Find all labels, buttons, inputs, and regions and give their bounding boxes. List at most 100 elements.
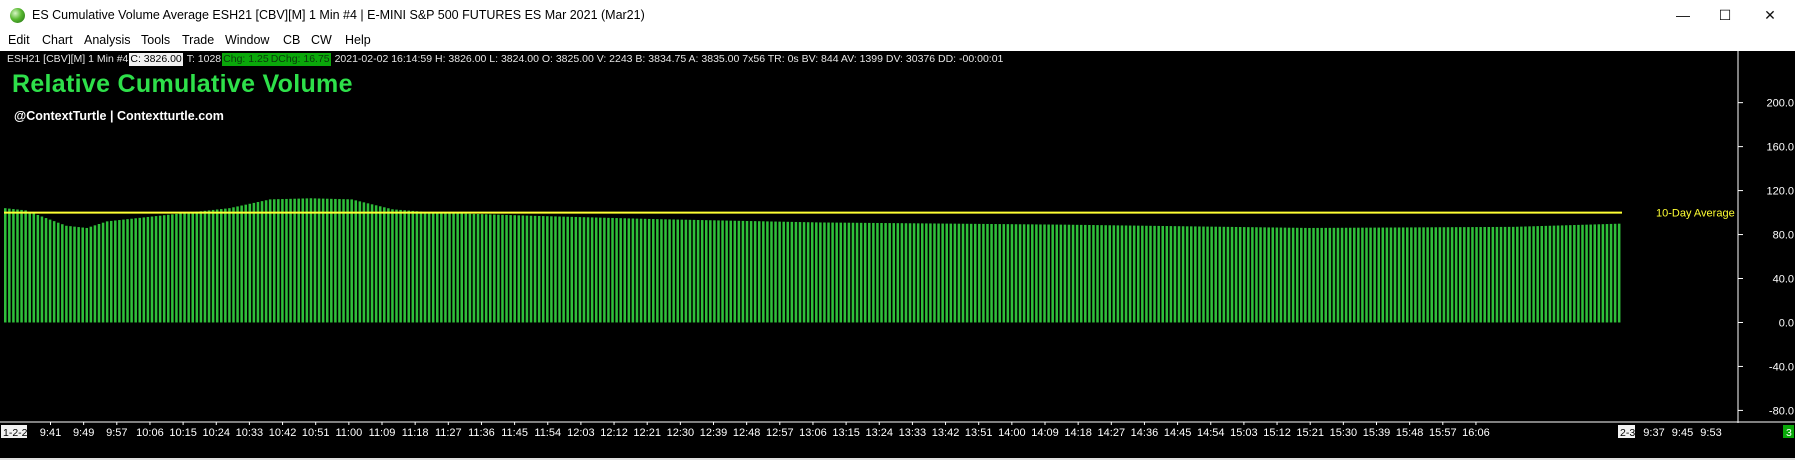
volume-bar <box>289 198 292 323</box>
menu-item-chart[interactable]: Chart <box>42 33 73 47</box>
volume-chart[interactable]: 10-Day Average 200.0 160.0 120.0 80.0 40.0 0.0… <box>0 51 1795 460</box>
volume-bar <box>1397 227 1401 323</box>
volume-bar <box>1161 225 1164 323</box>
volume-bar <box>643 218 647 323</box>
volume-bar <box>1247 227 1250 323</box>
volume-bar <box>639 218 643 323</box>
volume-bar <box>1475 227 1478 323</box>
menu-item-help[interactable]: Help <box>345 33 371 47</box>
volume-bar <box>696 219 700 323</box>
menu-bar: Edit Chart Analysis Tools Trade Window C… <box>0 31 1795 51</box>
volume-bar <box>1010 224 1014 323</box>
x-axis-start-label: 1-2-2 <box>3 427 28 439</box>
x-axis-tick-label: 16:06 <box>1462 427 1490 439</box>
minimize-button[interactable]: — <box>1660 0 1706 31</box>
x-axis-tick-label: 11:45 <box>501 427 528 439</box>
volume-bar <box>1283 227 1287 323</box>
volume-bar <box>1124 225 1128 323</box>
volume-bar <box>1137 225 1140 323</box>
x-axis-tick-label: 9:53 <box>1700 427 1721 439</box>
volume-bar <box>533 215 537 323</box>
menu-item-cb[interactable]: CB <box>283 33 300 47</box>
volume-bar <box>757 221 761 323</box>
volume-bar <box>1088 224 1091 323</box>
maximize-button[interactable]: ☐ <box>1702 0 1748 31</box>
volume-bar <box>1063 224 1067 323</box>
volume-bar <box>798 222 802 323</box>
volume-bar <box>150 216 154 323</box>
volume-bar <box>374 205 378 323</box>
volume-bar <box>1120 225 1124 323</box>
volume-bar <box>1544 225 1548 323</box>
volume-bar <box>921 223 924 323</box>
x-axis-tick-label: 11:54 <box>534 427 561 439</box>
globe-icon[interactable] <box>10 8 25 23</box>
volume-bar <box>207 210 211 323</box>
volume-bar <box>493 214 496 323</box>
menu-item-cw[interactable]: CW <box>311 33 332 47</box>
volume-bar <box>831 222 834 323</box>
volume-bar <box>484 214 488 323</box>
volume-bar <box>1141 225 1144 323</box>
chart-panel[interactable]: 10-Day Average 200.0 160.0 120.0 80.0 40.0 0.0… <box>0 51 1795 460</box>
x-axis-tick-label: 11:27 <box>435 427 462 439</box>
volume-bar <box>904 223 908 323</box>
volume-bar <box>1507 226 1511 323</box>
volume-bar <box>1096 225 1099 323</box>
menu-item-tools[interactable]: Tools <box>141 33 170 47</box>
volume-bar <box>562 216 565 323</box>
volume-bar <box>635 218 639 323</box>
volume-bar <box>802 222 806 323</box>
volume-bar <box>786 221 790 323</box>
volume-bar <box>158 215 162 323</box>
x-axis-tick-label: 15:48 <box>1396 427 1424 439</box>
volume-bar <box>1385 227 1389 323</box>
volume-bar <box>423 211 427 323</box>
volume-bar <box>680 219 684 323</box>
volume-bar <box>73 226 76 323</box>
volume-bar <box>766 221 769 323</box>
menu-item-edit[interactable]: Edit <box>8 33 30 47</box>
volume-bar <box>1300 227 1303 323</box>
volume-bar <box>65 225 68 323</box>
x-axis-tick-label: 15:21 <box>1296 427 1324 439</box>
volume-bar <box>594 217 598 323</box>
volume-bar <box>8 208 11 323</box>
volume-bar <box>1177 226 1181 323</box>
volume-bar <box>855 222 859 323</box>
volume-bar <box>937 223 940 323</box>
volume-bar <box>1348 227 1352 323</box>
average-line-label: 10-Day Average <box>1656 208 1735 220</box>
volume-bar <box>566 216 569 323</box>
volume-bar <box>1185 226 1189 323</box>
x-axis-tick-label: 14:00 <box>998 427 1026 439</box>
volume-bar <box>480 214 484 323</box>
volume-bar <box>1336 227 1340 323</box>
volume-bar <box>912 223 916 323</box>
volume-bar <box>1577 224 1580 323</box>
status-change: Chg: 1.25 <box>222 53 270 66</box>
volume-bar <box>1238 227 1242 323</box>
volume-bar <box>1291 227 1295 323</box>
menu-item-window[interactable]: Window <box>225 33 269 47</box>
volume-bar <box>631 218 635 323</box>
menu-item-analysis[interactable]: Analysis <box>84 33 131 47</box>
volume-bar <box>358 201 362 323</box>
volume-bar <box>350 199 353 323</box>
close-button[interactable]: ✕ <box>1747 0 1793 31</box>
status-details: 2021-02-02 16:14:59 H: 3826.00 L: 3824.0… <box>334 53 1004 65</box>
volume-bar <box>1304 227 1307 323</box>
volume-bar <box>211 209 215 323</box>
volume-bar <box>1055 224 1059 323</box>
volume-bar <box>460 213 463 323</box>
volume-bar <box>20 209 23 323</box>
volume-bar <box>1389 227 1393 323</box>
volume-bar <box>713 220 716 323</box>
volume-bar <box>1035 224 1038 323</box>
x-axis-tick-label: 13:33 <box>899 427 927 439</box>
x-axis-tick-label: 13:15 <box>832 427 860 439</box>
volume-bar <box>1414 227 1417 323</box>
menu-item-trade[interactable]: Trade <box>182 33 214 47</box>
volume-bar <box>839 222 843 323</box>
volume-bar <box>1377 227 1380 323</box>
